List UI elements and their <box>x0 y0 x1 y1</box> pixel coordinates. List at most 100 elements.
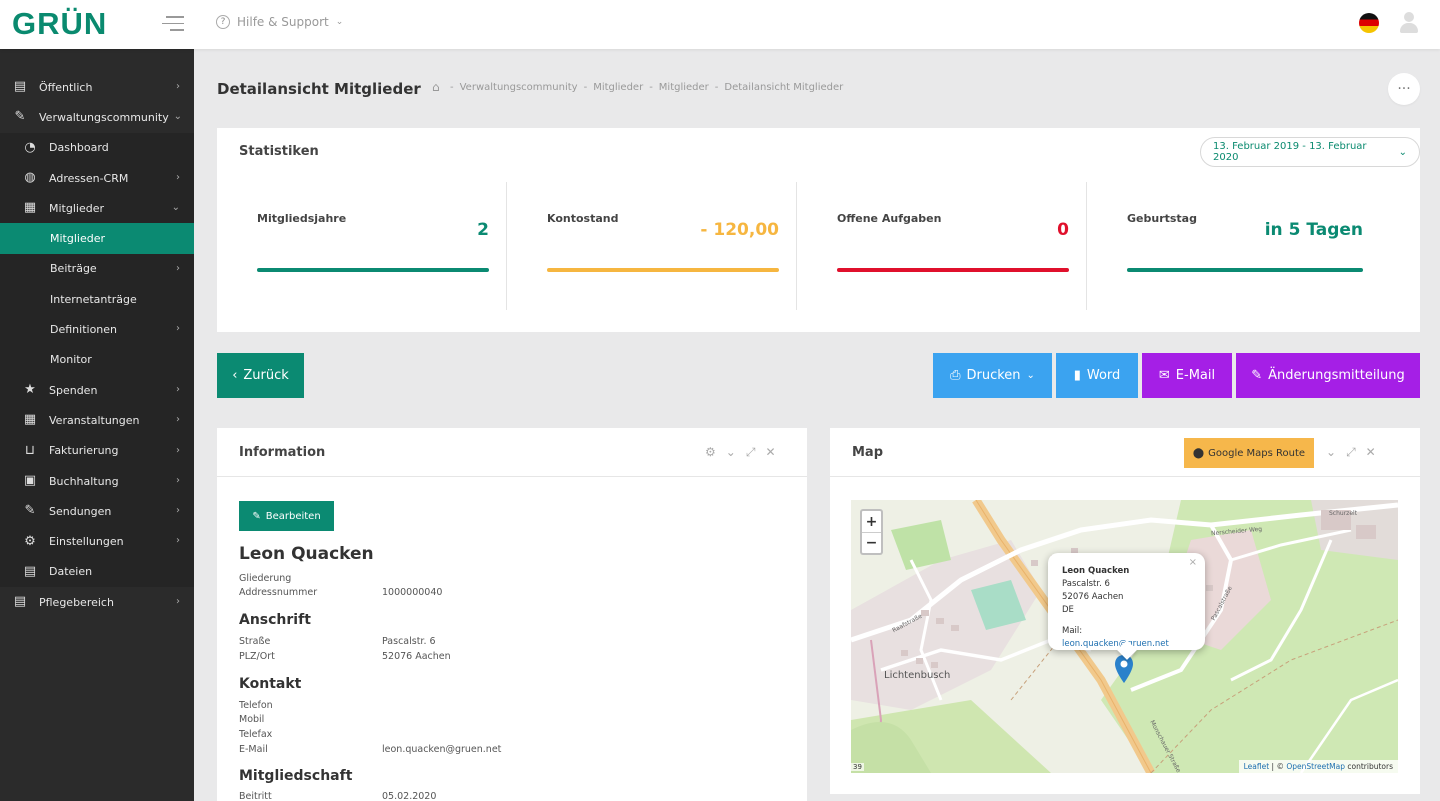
chevron-right-icon: › <box>176 383 180 395</box>
field-value: 52076 Aachen <box>382 651 451 662</box>
sidebar-item-dateien[interactable]: ▤ Dateien <box>0 557 194 587</box>
page-title: Detailansicht Mitglieder <box>217 80 421 98</box>
print-label: Drucken <box>966 368 1021 383</box>
field-label: Telefon <box>239 700 273 711</box>
edit-button[interactable]: ✎ Bearbeiten <box>239 501 334 531</box>
sidebar-item-beitraege[interactable]: Beiträge › <box>0 254 194 284</box>
user-avatar-icon[interactable] <box>1400 12 1418 34</box>
card-tools: ⚙ ⌄ ⤢ ✕ <box>705 445 776 460</box>
gear-icon: ⚙ <box>24 533 36 549</box>
zoom-out-button[interactable]: − <box>862 532 881 553</box>
breadcrumb-item[interactable]: Mitglieder <box>659 82 709 93</box>
word-button[interactable]: ▮ Word <box>1056 353 1138 398</box>
close-icon[interactable]: ✕ <box>1366 445 1376 460</box>
sidebar-item-adressen-crm[interactable]: ◍ Adressen-CRM › <box>0 163 194 193</box>
back-button[interactable]: ‹ Zurück <box>217 353 304 398</box>
sidebar-item-oeffentlich[interactable]: ▤ Öffentlich › <box>0 72 194 102</box>
sidebar-item-pflegebereich[interactable]: ▤ Pflegebereich › <box>0 587 194 617</box>
expand-icon[interactable]: ⤢ <box>746 445 756 460</box>
sidebar-item-verwaltungscommunity[interactable]: ✎ Verwaltungscommunity ⌄ <box>0 102 194 132</box>
sidebar-item-internetantraege[interactable]: Internetanträge <box>0 284 194 314</box>
print-button[interactable]: ⎙ Drucken ⌄ <box>933 353 1052 398</box>
breadcrumb-separator: - <box>714 82 719 93</box>
section-title: Kontakt <box>239 676 302 692</box>
map-pin-icon: ⬤ <box>1192 447 1205 459</box>
sidebar-item-mitglieder[interactable]: ▦ Mitglieder ⌄ <box>0 193 194 223</box>
main-content: Detailansicht Mitglieder ⌂ - Verwaltungs… <box>194 49 1440 801</box>
map-title: Map <box>852 445 884 460</box>
envelope-icon: ✉ <box>1158 368 1170 383</box>
field-label: Addressnummer <box>239 587 318 598</box>
gear-icon[interactable]: ⚙ <box>705 445 716 460</box>
osm-link[interactable]: OpenStreetMap <box>1286 762 1345 771</box>
stat-label: Geburtstag <box>1127 212 1197 225</box>
sidebar-item-veranstaltungen[interactable]: ▦ Veranstaltungen › <box>0 405 194 435</box>
globe-icon: ◍ <box>24 170 36 186</box>
sidebar-item-monitor[interactable]: Monitor <box>0 345 194 375</box>
map-view[interactable]: + − Lichtenbusch Nerscheider Weg Pascals… <box>851 500 1398 773</box>
sidebar-item-label: Adressen-CRM <box>49 171 129 185</box>
chevron-right-icon: › <box>176 81 180 92</box>
chevron-right-icon: › <box>176 596 180 608</box>
field-label: Gliederung <box>239 573 292 584</box>
close-icon[interactable]: ✕ <box>765 445 775 460</box>
map-card: Map ⬤ Google Maps Route ⌄ ⤢ ✕ + − Lichte… <box>830 428 1420 794</box>
google-maps-route-button[interactable]: ⬤ Google Maps Route <box>1184 438 1314 468</box>
popup-name: Leon Quacken <box>1062 566 1130 576</box>
stat-bar <box>837 268 1069 272</box>
stat-value: 2 <box>477 220 489 240</box>
sidebar-item-sendungen[interactable]: ✎ Sendungen › <box>0 496 194 526</box>
sidebar-item-mitglieder-active[interactable]: Mitglieder <box>0 223 194 254</box>
chevron-right-icon: › <box>176 262 180 274</box>
chevron-right-icon: › <box>176 474 180 486</box>
sidebar-item-label: Internetanträge <box>50 292 137 306</box>
chevron-down-icon[interactable]: ⌄ <box>1326 445 1336 460</box>
home-icon[interactable]: ⌂ <box>432 81 444 93</box>
sidebar-item-label: Öffentlich <box>39 80 93 94</box>
sidebar-item-spenden[interactable]: ★ Spenden › <box>0 375 194 405</box>
breadcrumb-item[interactable]: Verwaltungscommunity <box>460 82 578 93</box>
sidebar-item-label: Dateien <box>49 565 93 579</box>
change-notice-button[interactable]: ✎ Änderungsmitteilung <box>1236 353 1420 398</box>
sidebar-item-label: Mitglieder <box>50 232 105 246</box>
chevron-down-icon: ⌄ <box>335 17 344 27</box>
menu-toggle-icon[interactable] <box>162 16 184 32</box>
sidebar-item-einstellungen[interactable]: ⚙ Einstellungen › <box>0 526 194 556</box>
help-support-menu[interactable]: ? Hilfe & Support ⌄ <box>216 15 343 29</box>
sidebar-item-fakturierung[interactable]: ⊔ Fakturierung › <box>0 436 194 466</box>
map-scale: 39 <box>851 763 864 771</box>
map-marker-icon[interactable] <box>1115 655 1133 683</box>
field-value: 05.02.2020 <box>382 791 437 801</box>
email-button[interactable]: ✉ E-Mail <box>1142 353 1232 398</box>
chevron-down-icon: ⌄ <box>173 111 182 123</box>
back-label: Zurück <box>243 368 289 383</box>
field-label: Straße <box>239 636 271 647</box>
field-value[interactable]: leon.quacken@gruen.net <box>382 744 501 755</box>
chevron-down-icon[interactable]: ⌄ <box>726 445 736 460</box>
sidebar-item-label: Verwaltungscommunity <box>39 110 169 124</box>
ledger-icon: ▣ <box>23 473 37 488</box>
field-value: 1000000040 <box>382 587 443 598</box>
breadcrumb-item[interactable]: Mitglieder <box>593 82 643 93</box>
close-icon[interactable]: × <box>1189 556 1197 569</box>
expand-icon[interactable]: ⤢ <box>1346 445 1356 460</box>
popup-mail-link[interactable]: leon.quacken@gruen.net <box>1062 639 1169 649</box>
sidebar: ▤ Öffentlich › ✎ Verwaltungscommunity ⌄ ◔ Das… <box>0 49 194 801</box>
statistics-card: Statistiken 13. Februar 2019 - 13. Febru… <box>217 128 1420 332</box>
popup-mail-label: Mail: <box>1062 626 1083 636</box>
route-label: Google Maps Route <box>1208 447 1306 459</box>
field-label: PLZ/Ort <box>239 651 275 662</box>
leaflet-link[interactable]: Leaflet <box>1244 762 1270 771</box>
more-options-button[interactable]: ··· <box>1388 73 1420 105</box>
question-icon: ? <box>216 15 230 29</box>
stat-value: 0 <box>1057 220 1069 240</box>
zoom-in-button[interactable]: + <box>862 511 881 532</box>
sidebar-item-definitionen[interactable]: Definitionen › <box>0 314 194 344</box>
sidebar-item-label: Spenden <box>49 383 98 397</box>
logo[interactable]: GRÜN <box>12 6 107 42</box>
sidebar-item-dashboard[interactable]: ◔ Dashboard <box>0 133 194 163</box>
german-flag-icon[interactable] <box>1359 13 1379 33</box>
chevron-right-icon: › <box>176 444 180 456</box>
date-range-picker[interactable]: 13. Februar 2019 - 13. Februar 2020 ⌄ <box>1200 137 1420 167</box>
sidebar-item-buchhaltung[interactable]: ▣ Buchhaltung › <box>0 466 194 496</box>
